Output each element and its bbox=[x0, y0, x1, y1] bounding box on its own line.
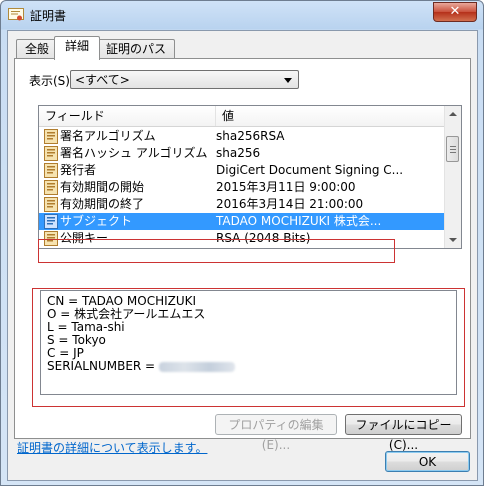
column-header-value[interactable]: 値 bbox=[216, 106, 445, 126]
copy-to-file-button[interactable]: ファイルにコピー(C)... bbox=[345, 414, 462, 452]
show-dropdown[interactable]: <すべて> bbox=[70, 70, 299, 89]
certificate-icon bbox=[8, 8, 24, 22]
close-button[interactable]: ✕ bbox=[433, 2, 477, 22]
subject-highlight-box bbox=[38, 239, 395, 263]
certificate-field-icon bbox=[44, 197, 58, 212]
show-label: 表示(S): bbox=[29, 74, 75, 88]
list-item-field: 有効期間の開始 bbox=[60, 180, 145, 194]
list-item-value: 2016年3月14日 21:00:00 bbox=[216, 197, 364, 211]
certificate-field-icon bbox=[44, 129, 58, 144]
ok-button[interactable]: OK bbox=[385, 451, 470, 472]
show-dropdown-value: <すべて> bbox=[75, 73, 130, 87]
tab-certification-path[interactable]: 証明のパス bbox=[97, 39, 175, 59]
field-list[interactable]: フィールド 値 署名アルゴリズム sha256RSA 署名ハッシュ アルゴリズム… bbox=[38, 105, 462, 249]
grip-icon bbox=[450, 152, 456, 153]
certificate-field-icon bbox=[44, 146, 58, 161]
list-item-value: sha256 bbox=[216, 146, 261, 160]
certificate-details-link[interactable]: 証明書の詳細について表示します。 bbox=[17, 439, 207, 456]
certificate-field-icon bbox=[44, 180, 58, 195]
list-item[interactable]: 有効期間の開始 2015年3月11日 9:00:00 bbox=[39, 179, 445, 196]
list-header: フィールド 値 bbox=[39, 106, 445, 127]
detail-line-serial: SERIALNUMBER = bbox=[47, 360, 235, 373]
scroll-down-button[interactable] bbox=[445, 232, 461, 248]
serialnumber-label: SERIALNUMBER = bbox=[47, 359, 159, 373]
arrow-up-icon bbox=[449, 112, 457, 116]
arrow-down-icon bbox=[449, 238, 457, 242]
list-item-field: 署名ハッシュ アルゴリズム bbox=[60, 146, 208, 160]
list-item-value: TADAO MOCHIZUKI 株式会... bbox=[216, 214, 382, 228]
close-icon: ✕ bbox=[449, 4, 461, 19]
list-item[interactable]: 発行者 DigiCert Document Signing C... bbox=[39, 162, 445, 179]
list-item-field: 有効期間の終了 bbox=[60, 197, 145, 211]
list-item-field: 発行者 bbox=[60, 163, 97, 177]
list-item[interactable]: 署名ハッシュ アルゴリズム sha256 bbox=[39, 145, 445, 162]
list-scrollbar[interactable] bbox=[444, 106, 461, 248]
certificate-field-icon bbox=[44, 163, 58, 178]
grip-icon bbox=[450, 146, 456, 147]
certificate-field-icon bbox=[44, 214, 58, 229]
list-item-value: sha256RSA bbox=[216, 129, 285, 143]
field-details-text[interactable]: CN = TADAO MOCHIZUKI O = 株式会社アールエムエス L =… bbox=[40, 290, 457, 395]
tab-details[interactable]: 詳細 bbox=[54, 36, 100, 60]
title-bar[interactable]: 証明書 ✕ bbox=[1, 1, 483, 29]
chevron-down-icon bbox=[284, 78, 292, 83]
list-item-field: サブジェクト bbox=[60, 214, 133, 228]
scroll-thumb[interactable] bbox=[446, 136, 459, 162]
tab-general[interactable]: 全般 bbox=[16, 39, 58, 59]
list-item[interactable]: 有効期間の終了 2016年3月14日 21:00:00 bbox=[39, 196, 445, 213]
list-item-value: 2015年3月11日 9:00:00 bbox=[216, 180, 356, 194]
list-item-value: DigiCert Document Signing C... bbox=[216, 163, 404, 177]
redacted-serial bbox=[158, 361, 235, 372]
scroll-up-button[interactable] bbox=[445, 106, 461, 122]
list-item-field: 署名アルゴリズム bbox=[60, 129, 156, 143]
edit-properties-button[interactable]: プロパティの編集(E)... bbox=[215, 414, 337, 452]
list-item[interactable]: 署名アルゴリズム sha256RSA bbox=[39, 128, 445, 145]
grip-icon bbox=[450, 149, 456, 150]
dialog-client-area: 全般 詳細 証明のパス 表示(S): <すべて> フィールド 値 署名アルゴリズ… bbox=[7, 30, 478, 481]
window-title: 証明書 bbox=[30, 9, 67, 23]
list-item-selected[interactable]: サブジェクト TADAO MOCHIZUKI 株式会... bbox=[39, 213, 445, 230]
certificate-window: 証明書 ✕ 全般 詳細 証明のパス 表示(S): <すべて> フィールド 値 署… bbox=[0, 0, 484, 486]
details-tab-panel: 表示(S): <すべて> フィールド 値 署名アルゴリズム sha256RSA … bbox=[14, 58, 471, 455]
column-header-field[interactable]: フィールド bbox=[39, 106, 216, 126]
